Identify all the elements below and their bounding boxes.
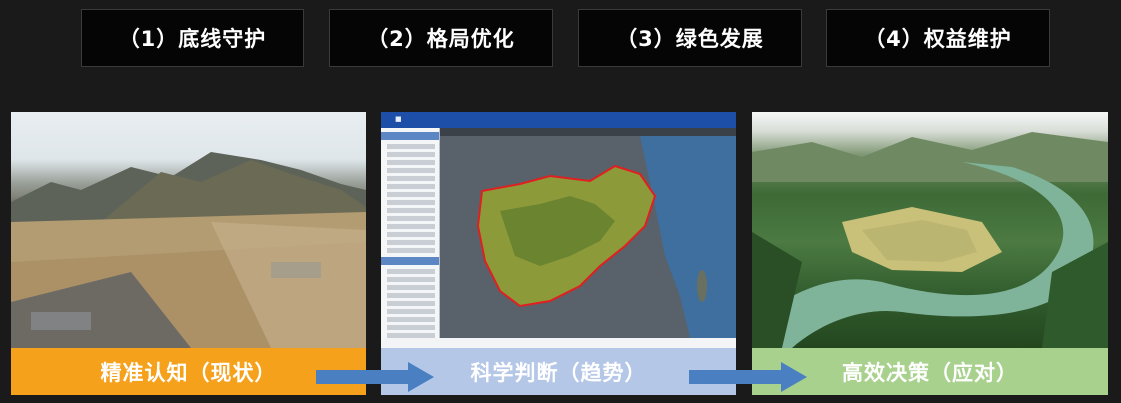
tab-label: （2）格局优化	[367, 27, 515, 51]
tab-label: （1）底线守护	[118, 27, 267, 51]
tab-green-development[interactable]: （3）绿色发展	[578, 9, 802, 67]
river-photo	[752, 112, 1108, 348]
landscape-photo	[11, 112, 366, 348]
right-arrow-icon	[316, 362, 434, 392]
caption-text: 高效决策（应对）	[842, 360, 1018, 385]
landscape-illustration	[11, 152, 366, 348]
tab-bottom-line-protection[interactable]: （1）底线守护	[81, 9, 304, 67]
caption-precise-cognition: 精准认知（现状）	[11, 348, 366, 395]
right-arrow-icon	[689, 362, 807, 392]
platform-footer	[381, 338, 736, 348]
platform-sidebar	[381, 128, 440, 346]
tab-label: （3）绿色发展	[616, 27, 764, 51]
caption-scientific-judgment: 科学判断（趋势）	[381, 348, 736, 395]
tab-pattern-optimization[interactable]: （2）格局优化	[329, 9, 553, 67]
platform-screenshot: ■	[381, 112, 736, 348]
platform-logo-icon: ■	[395, 115, 402, 123]
map-view	[440, 136, 736, 338]
river-illustration	[752, 132, 1108, 348]
platform-header: ■	[381, 112, 736, 128]
caption-text: 精准认知（现状）	[100, 360, 277, 385]
map-illustration	[440, 136, 736, 338]
tab-rights-protection[interactable]: （4）权益维护	[826, 9, 1050, 67]
tab-label: （4）权益维护	[864, 27, 1012, 51]
caption-text: 科学判断（趋势）	[470, 360, 647, 385]
